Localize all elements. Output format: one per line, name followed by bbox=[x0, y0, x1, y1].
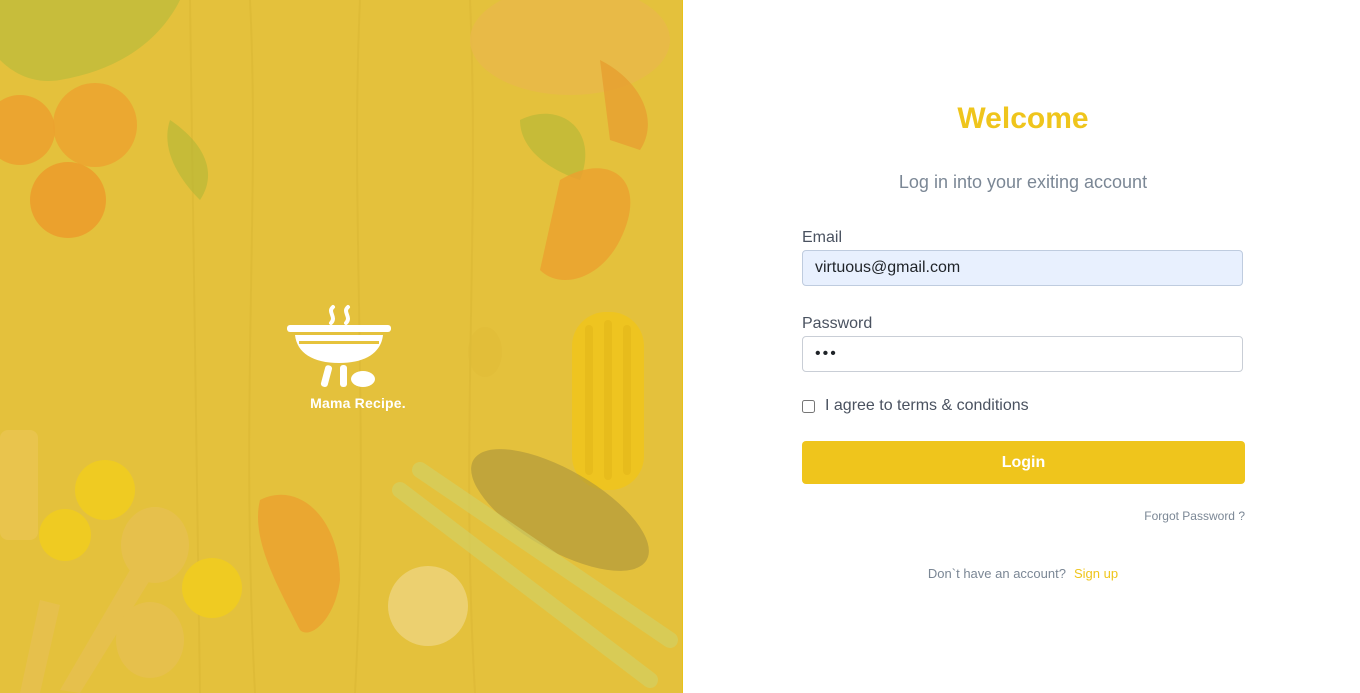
hero-image-panel: Mama Recipe. bbox=[0, 0, 683, 693]
signup-link[interactable]: Sign up bbox=[1074, 566, 1118, 581]
forgot-password-link[interactable]: Forgot Password ? bbox=[1144, 509, 1245, 523]
signup-row: Don`t have an account? Sign up bbox=[682, 566, 1360, 581]
no-account-text: Don`t have an account? bbox=[927, 566, 1066, 581]
email-label: Email bbox=[802, 229, 843, 246]
terms-agreement[interactable]: I agree to terms & conditions bbox=[802, 397, 1029, 415]
page-title: Welcome bbox=[957, 102, 1089, 135]
page-subtitle: Log in into your exiting account bbox=[898, 172, 1148, 192]
password-field[interactable] bbox=[802, 336, 1243, 372]
email-field[interactable] bbox=[802, 250, 1243, 286]
terms-checkbox[interactable] bbox=[802, 399, 815, 413]
password-label: Password bbox=[802, 315, 873, 332]
login-panel: Welcome Log in into your exiting account… bbox=[682, 0, 1360, 693]
grill-icon bbox=[287, 305, 391, 387]
login-button[interactable]: Login bbox=[802, 441, 1245, 484]
brand-logo: Mama Recipe. bbox=[285, 303, 425, 418]
brand-name: Mama Recipe. bbox=[310, 395, 406, 411]
terms-label: I agree to terms & conditions bbox=[825, 397, 1029, 414]
